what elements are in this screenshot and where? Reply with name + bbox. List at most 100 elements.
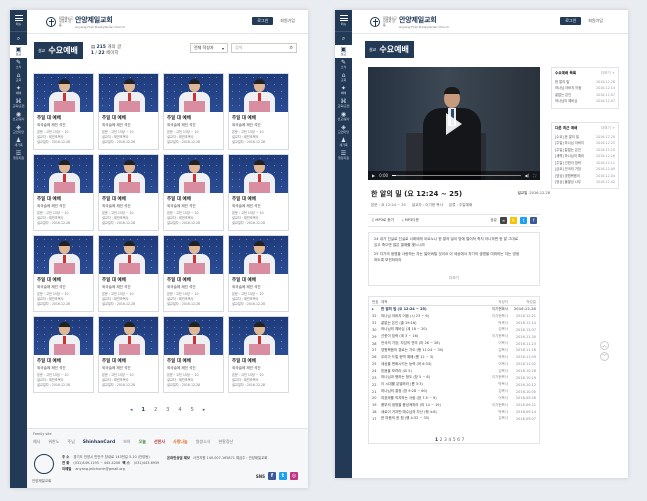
sermon-thumbnail[interactable] bbox=[164, 74, 223, 112]
sermon-thumbnail[interactable] bbox=[164, 155, 223, 193]
row-title[interactable]: 여호와를 의지하는 사람 (잠 7:5 ~ 9) bbox=[381, 396, 478, 401]
sermon-thumbnail[interactable] bbox=[164, 317, 223, 355]
sidebar-item-people[interactable]: ♟ 새가족 bbox=[10, 136, 27, 149]
sermon-thumbnail[interactable] bbox=[34, 155, 93, 193]
family-site-link[interactable]: 주님 bbox=[67, 439, 74, 445]
play-icon[interactable] bbox=[446, 113, 462, 135]
table-row[interactable]: 17 한 마음의 한 힘 (행 4:32 ~ 35) 김목사 2016.09.07 bbox=[372, 416, 536, 423]
sidebar-item-worship[interactable]: ✦ 예배 bbox=[10, 84, 27, 97]
video-player[interactable]: ▶ 0:00 ◀) ⛶ bbox=[368, 67, 540, 180]
mp3-download-button[interactable]: ⤓ MP3다운 bbox=[402, 218, 419, 223]
table-row[interactable]: 27 영원복음의 경로는 기도 (행 11:24 ~ 30) 김목사 2016.11.… bbox=[372, 347, 536, 354]
sidebar-item-education[interactable]: ⌘ 교육/훈련 bbox=[335, 97, 352, 110]
sermon-card[interactable]: 주일 대 예배 외국슬에 제인 석간 본문 : 고전 15장 ~ 10 설교자 : 제… bbox=[33, 235, 94, 312]
row-title[interactable]: 영원복음의 경로는 기도 (행 11:24 ~ 30) bbox=[381, 348, 478, 353]
row-title[interactable]: 전국의 거장, 자임의 전의 (마 26 ~ 28) bbox=[381, 341, 478, 346]
mp3-listen-button[interactable]: ♫ MP3로 듣기 bbox=[371, 218, 394, 223]
scroll-up-icon[interactable]: ︿ bbox=[600, 341, 609, 350]
sermon-card[interactable]: 주일 대 예배 외국슬에 제인 석간 본문 : 고전 15장 ~ 10 설교자 : 제… bbox=[228, 154, 289, 231]
sidebar-item-people[interactable]: ♟ 새가족 bbox=[335, 136, 352, 149]
sermon-card[interactable]: 주일 대 예배 외국슬에 제인 석간 본문 : 고전 15장 ~ 10 설교자 : 제… bbox=[163, 73, 224, 150]
row-title[interactable]: 하나님의 결정 (창 9:28 ~ 60) bbox=[381, 389, 478, 394]
sidebar-item-worship[interactable]: ✦ 예배 bbox=[335, 84, 352, 97]
family-site-link[interactable]: 현팔정산 bbox=[218, 439, 233, 445]
sidebar-item-info[interactable]: ☰ 행정지원 bbox=[10, 149, 27, 162]
page-link[interactable]: 5 bbox=[191, 407, 194, 413]
search-input[interactable]: 검색 ⌕ bbox=[231, 43, 297, 53]
sidebar-item-search[interactable]: ⌕ bbox=[335, 32, 352, 45]
facebook-icon[interactable]: f bbox=[268, 472, 276, 480]
panel-more-link[interactable]: 더보기 + bbox=[601, 126, 615, 131]
sermon-thumbnail[interactable] bbox=[34, 317, 93, 355]
join-button[interactable]: 회원가입 bbox=[277, 17, 298, 25]
video-progress-bar[interactable] bbox=[392, 175, 521, 176]
twitter-icon[interactable]: t bbox=[279, 472, 287, 480]
page-link[interactable]: 7 bbox=[462, 438, 466, 443]
table-row[interactable]: 21 하나님의 결정 (창 9:28 ~ 60) 김목사 2016.10.05 bbox=[372, 388, 536, 395]
play-small-icon[interactable]: ▶ bbox=[372, 173, 375, 178]
page-link[interactable]: 3 bbox=[166, 407, 169, 413]
page-link[interactable]: 1 bbox=[142, 407, 145, 413]
row-title[interactable]: 선한이 침략 (계 3 ~ 16) bbox=[381, 334, 478, 339]
table-row[interactable]: 31 끝없는 은인 (출 19:16) 박목사 2016.12.14 bbox=[372, 320, 536, 327]
sermon-thumbnail[interactable] bbox=[99, 317, 158, 355]
panel-list-item[interactable]: [영상] 물팔성 나무 2016.12.02 bbox=[555, 179, 615, 185]
sermon-card[interactable]: 주일 대 예배 외국슬에 제인 석간 본문 : 고전 15장 ~ 10 설교자 : 제… bbox=[163, 154, 224, 231]
panel-list-item[interactable]: 하나님의 예비심 2016.12.07 bbox=[555, 98, 615, 104]
row-title[interactable]: 하나님과 행하는 청도 (창 5 ~ 8) bbox=[381, 375, 478, 380]
table-row[interactable]: 32 하나님 아버지 어둠 (시 23 ~ 6) 이기현목사 2016.12.21 bbox=[372, 313, 536, 320]
table-row[interactable]: 26 우리가 드릴 현역 예배 (롬 12 ~ 3) 박목사 2016.11.09 bbox=[372, 354, 536, 361]
author-filter-select[interactable]: 전체 작성자 ▾ bbox=[190, 43, 228, 53]
sermon-card[interactable]: 주일 대 예배 외국슬에 제인 석간 본문 : 고전 15장 ~ 10 설교자 : 제… bbox=[228, 316, 289, 393]
sermon-card[interactable]: 주일 대 예배 외국슬에 제인 석간 본문 : 고전 15장 ~ 10 설교자 : 제… bbox=[98, 316, 159, 393]
table-row[interactable]: 29 선한이 침략 (계 3 ~ 16) 이기현목사 2016.11.30 bbox=[372, 333, 536, 340]
family-site-link[interactable]: 쌍쌍소식 bbox=[196, 439, 211, 445]
sidebar-item-broadcast[interactable]: ▣ 설교 bbox=[335, 45, 352, 58]
sidebar-item-community[interactable]: ◈ 교인마당 bbox=[10, 123, 27, 136]
sermon-thumbnail[interactable] bbox=[229, 236, 288, 274]
church-logo[interactable]: 대한예수교장로회 합동 안양제일교회 Anyang First Presbyte… bbox=[370, 15, 449, 29]
sidebar-item-mission[interactable]: ◉ 선교/봉사 bbox=[335, 110, 352, 123]
more-button[interactable]: 더보기 bbox=[369, 276, 539, 282]
row-title[interactable]: 세상을 변화시키는 능력 (마 6:34) bbox=[381, 362, 478, 367]
table-row[interactable]: 28 전국의 거장, 자임의 전의 (마 26 ~ 28) 이목사 2016.11.2… bbox=[372, 340, 536, 347]
family-site-link[interactable]: 보아 bbox=[123, 439, 130, 445]
sermon-card[interactable]: 주일 대 예배 외국슬에 제인 석간 본문 : 고전 15장 ~ 10 설교자 : 제… bbox=[228, 73, 289, 150]
page-link[interactable]: 4 bbox=[178, 407, 181, 413]
row-title[interactable]: 하나님 아버지 어둠 (시 23 ~ 6) bbox=[381, 314, 478, 319]
row-title[interactable]: 하나님의 예비심 (계 18 ~ 20) bbox=[381, 327, 478, 332]
prev-page-icon[interactable]: ◂ bbox=[130, 407, 133, 413]
scroll-down-icon[interactable]: ﹀ bbox=[600, 352, 609, 361]
family-site-link[interactable]: ShinhanCard bbox=[83, 440, 115, 445]
table-row[interactable]: 23 하나님과 행하는 청도 (창 5 ~ 8) 이기현목사 2016.10.19 bbox=[372, 374, 536, 381]
family-site-link[interactable]: 선한사 bbox=[154, 439, 165, 445]
sidebar-item-community[interactable]: ◈ 교인마당 bbox=[335, 123, 352, 136]
table-row[interactable]: 18 새로이 거자만 예수님의 자산 (행 4:8) 박목사 2016.09.14 bbox=[372, 409, 536, 416]
sermon-card[interactable]: 주일 대 예배 외국슬에 제인 석간 본문 : 고전 15장 ~ 10 설교자 : 제… bbox=[228, 235, 289, 312]
menu-button[interactable]: 메뉴 bbox=[335, 10, 352, 32]
sermon-thumbnail[interactable] bbox=[229, 317, 288, 355]
fullscreen-icon[interactable]: ⛶ bbox=[533, 173, 536, 178]
sidebar-item-news[interactable]: ✎ 소식 bbox=[335, 58, 352, 71]
sidebar-item-church[interactable]: ⌂ 교회 bbox=[335, 71, 352, 84]
sermon-card[interactable]: 주일 대 예배 외국슬에 제인 석간 본문 : 고전 15장 ~ 10 설교자 : 제… bbox=[33, 73, 94, 150]
family-site-link[interactable]: 위한노 bbox=[48, 439, 59, 445]
instagram-icon[interactable]: ◎ bbox=[290, 472, 298, 480]
sermon-card[interactable]: 주일 대 예배 외국슬에 제인 석간 본문 : 고전 15장 ~ 10 설교자 : 제… bbox=[163, 235, 224, 312]
sidebar-item-broadcast[interactable]: ▣ 설교 bbox=[10, 45, 27, 58]
volume-icon[interactable]: ◀) bbox=[525, 173, 530, 178]
sermon-thumbnail[interactable] bbox=[99, 236, 158, 274]
sidebar-item-news[interactable]: ✎ 소식 bbox=[10, 58, 27, 71]
row-title[interactable]: 끝없는 은인 (출 19:16) bbox=[381, 321, 478, 326]
sermon-card[interactable]: 주일 대 예배 외국슬에 제인 석간 본문 : 고전 15장 ~ 10 설교자 : 제… bbox=[98, 73, 159, 150]
church-logo[interactable]: 대한예수교장로회 합동 안양제일교회 Anyang First Presbyte… bbox=[46, 15, 125, 29]
sidebar-item-mission[interactable]: ◉ 선교/봉사 bbox=[10, 110, 27, 123]
family-site-link[interactable]: 사랑나눔 bbox=[173, 439, 188, 445]
sidebar-item-search[interactable]: ⌕ bbox=[10, 32, 27, 45]
row-title[interactable]: 새로이 거자만 예수님의 자산 (행 4:8) bbox=[381, 410, 478, 415]
row-title[interactable]: 이 시대를 분별하라 (롬 3:3) bbox=[381, 382, 478, 387]
table-row[interactable]: 22 이 시대를 분별하라 (롬 3:3) 박목사 2016.10.12 bbox=[372, 381, 536, 388]
sermon-card[interactable]: 주일 대 예배 외국슬에 제인 석간 본문 : 고전 15장 ~ 10 설교자 : 제… bbox=[33, 316, 94, 393]
table-row[interactable]: 24 믿음을 보려라 (요 5) 김목사 2016.10.26 bbox=[372, 368, 536, 375]
sermon-card[interactable]: 주일 대 예배 외국슬에 제인 석간 본문 : 고전 15장 ~ 10 설교자 : 제… bbox=[163, 316, 224, 393]
